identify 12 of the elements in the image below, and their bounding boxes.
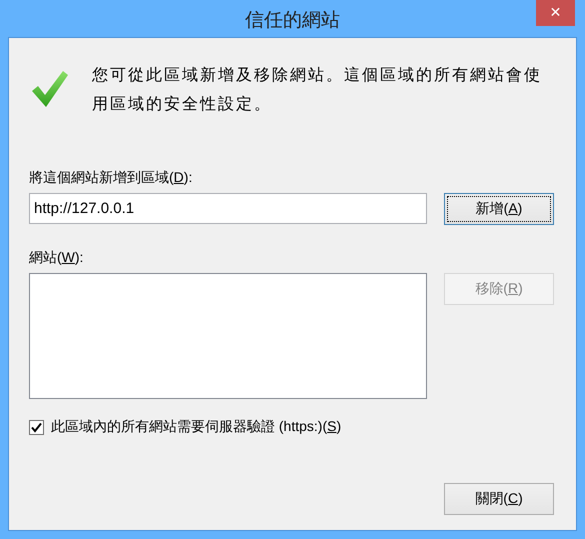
url-input-field[interactable]: http://127.0.0.1 <box>29 193 427 224</box>
window-title: 信任的網站 <box>245 9 340 33</box>
description-text: 您可從此區域新增及移除網站。這個區域的所有網站會使用區域的安全性設定。 <box>92 66 543 115</box>
checkbox-label: 此區域內的所有網站需要伺服器驗證 (https:)(S) <box>51 418 342 436</box>
close-dialog-button[interactable]: 關閉(C) <box>444 483 554 515</box>
sites-listbox[interactable] <box>29 273 427 399</box>
checkmark-icon <box>30 69 70 109</box>
list-label: 網站(W): <box>29 249 84 267</box>
close-button[interactable]: ✕ <box>536 0 575 26</box>
add-button[interactable]: 新增(A) <box>444 193 554 225</box>
field-label: 將這個網站新增到區域(D): <box>29 169 194 187</box>
checkbox[interactable] <box>29 420 44 434</box>
